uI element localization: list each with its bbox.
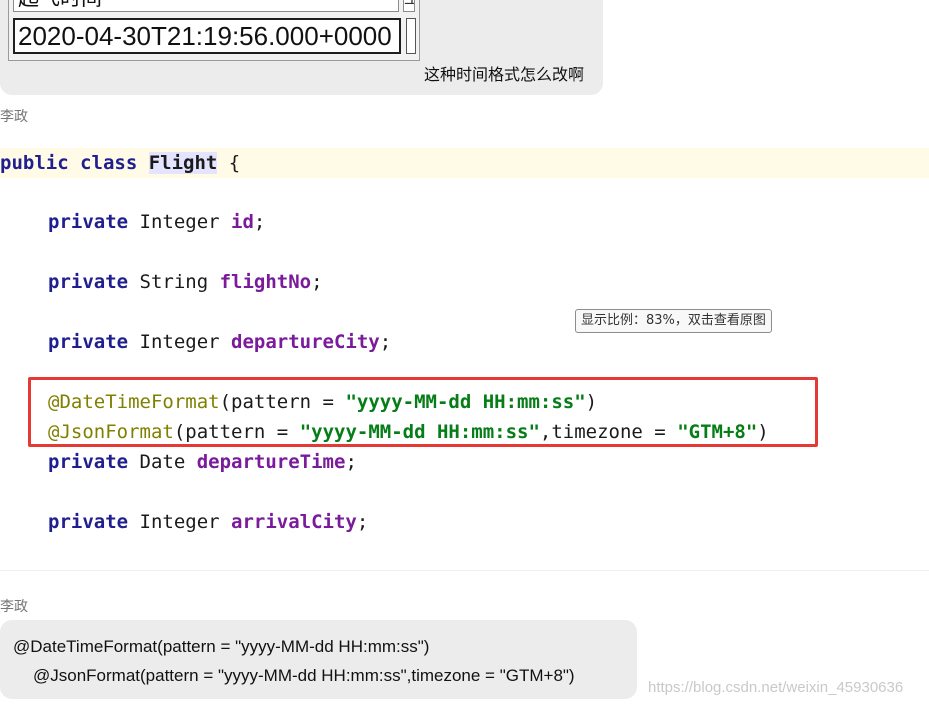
code-field: arrivalCity (231, 511, 357, 533)
answer-line-1: @DateTimeFormat(pattern = "yyyy-MM-dd HH… (13, 637, 430, 656)
code-brace: { (217, 152, 241, 174)
form-field-side-box (406, 18, 416, 54)
form-field-side: 主 (403, 0, 415, 12)
code-keyword: private (48, 511, 140, 533)
code-semicolon: ; (379, 331, 392, 353)
code-type: Integer (139, 211, 232, 233)
code-class-name: Flight (148, 152, 218, 174)
code-keyword: private (48, 331, 140, 353)
code-line-flightno: private String flightNo; (48, 267, 908, 297)
code-keyword: private (48, 271, 140, 293)
answer-line-2: @JsonFormat(pattern = "yyyy-MM-dd HH:mm:… (33, 666, 575, 685)
code-field: departureCity (231, 331, 380, 353)
code-keyword: public class (0, 152, 149, 174)
code-line-departure-city: private Integer departureCity; (48, 327, 908, 357)
code-type: Date (139, 451, 197, 473)
code-field: id (231, 211, 254, 233)
code-semicolon: ; (311, 271, 323, 293)
code-line-departure-time: private Date departureTime; (48, 447, 908, 477)
code-line-class-decl: public class Flight { (0, 148, 929, 178)
annotation-highlight-box (28, 377, 818, 447)
zoom-tooltip: 显示比例：83%，双击查看原图 (575, 309, 772, 333)
code-line-id: private Integer id; (48, 207, 908, 237)
code-field: flightNo (219, 271, 312, 293)
form-field-time-value: 2020-04-30T21:19:56.000+0000 (13, 18, 401, 54)
code-semicolon: ; (345, 451, 357, 473)
sender-name: 李政 (0, 599, 28, 615)
code-semicolon: ; (253, 211, 266, 233)
code-type: Integer (139, 331, 232, 353)
code-field: departureTime (196, 451, 346, 473)
code-keyword: private (48, 211, 140, 233)
code-semicolon: ; (356, 511, 369, 533)
sender-name: 李政 (0, 109, 28, 125)
code-type: Integer (139, 511, 232, 533)
code-type: String (139, 271, 220, 293)
embedded-form-screenshot[interactable]: 起飞时间 主 2020-04-30T21:19:56.000+0000 (8, 0, 420, 61)
chat-bubble-answer: @DateTimeFormat(pattern = "yyyy-MM-dd HH… (0, 620, 637, 699)
form-field-label: 起飞时间 (13, 0, 399, 12)
code-line-arrival-city: private Integer arrivalCity; (48, 507, 908, 537)
code-keyword: private (48, 451, 140, 473)
watermark: https://blog.csdn.net/weixin_45930636 (648, 679, 904, 696)
chat-bubble-question: 起飞时间 主 2020-04-30T21:19:56.000+0000 这种时间… (0, 0, 603, 95)
question-text: 这种时间格式怎么改啊 (424, 65, 585, 84)
